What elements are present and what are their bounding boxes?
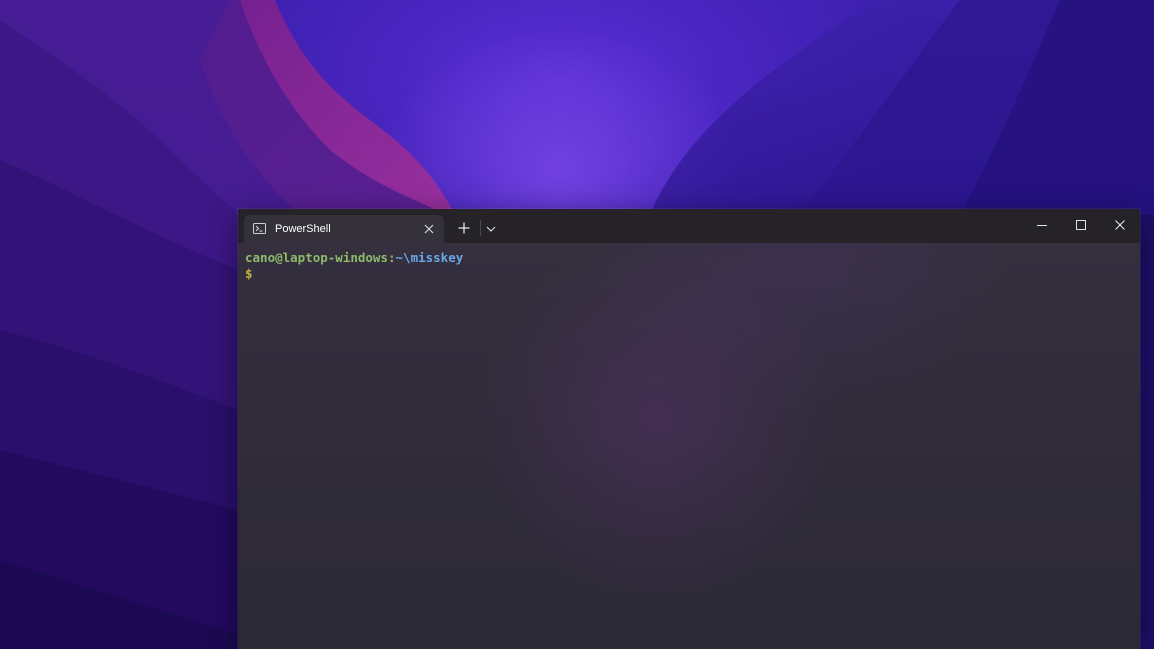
tab-powershell[interactable]: PowerShell xyxy=(244,215,444,243)
tab-divider xyxy=(480,220,481,236)
terminal-window: PowerShell cano@laptop-windows:~\misskey… xyxy=(238,209,1140,649)
prompt-path: ~\misskey xyxy=(395,250,464,265)
title-bar[interactable]: PowerShell xyxy=(238,209,1140,243)
tab-close-icon[interactable] xyxy=(424,224,434,234)
powershell-icon xyxy=(253,223,266,234)
close-icon[interactable] xyxy=(1114,219,1126,231)
minimize-icon[interactable] xyxy=(1036,219,1048,231)
terminal-output[interactable]: cano@laptop-windows:~\misskey $ xyxy=(245,250,463,282)
tab-title: PowerShell xyxy=(275,223,331,235)
maximize-icon[interactable] xyxy=(1075,219,1087,231)
prompt-symbol: $ xyxy=(245,266,253,281)
prompt-user-host: cano@laptop-windows: xyxy=(245,250,396,265)
chevron-down-icon[interactable] xyxy=(486,226,496,232)
plus-icon[interactable] xyxy=(458,222,470,234)
